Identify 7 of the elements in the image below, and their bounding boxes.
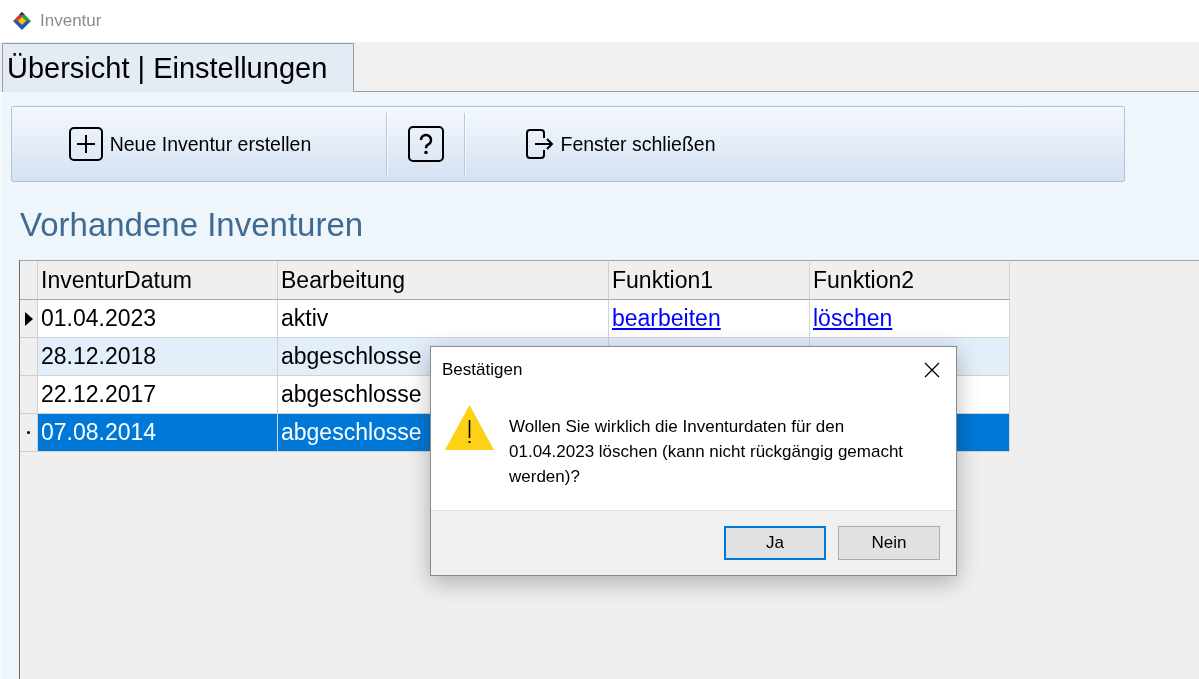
- column-header: Funktion2: [810, 262, 1010, 300]
- column-header: Bearbeitung: [278, 262, 609, 300]
- table-cell: 07.08.2014: [38, 414, 278, 452]
- window-title: Inventur: [40, 11, 102, 31]
- column-header: Funktion1: [609, 262, 810, 300]
- column-header: InventurDatum: [38, 262, 278, 300]
- section-heading: Vorhandene Inventuren: [20, 205, 364, 245]
